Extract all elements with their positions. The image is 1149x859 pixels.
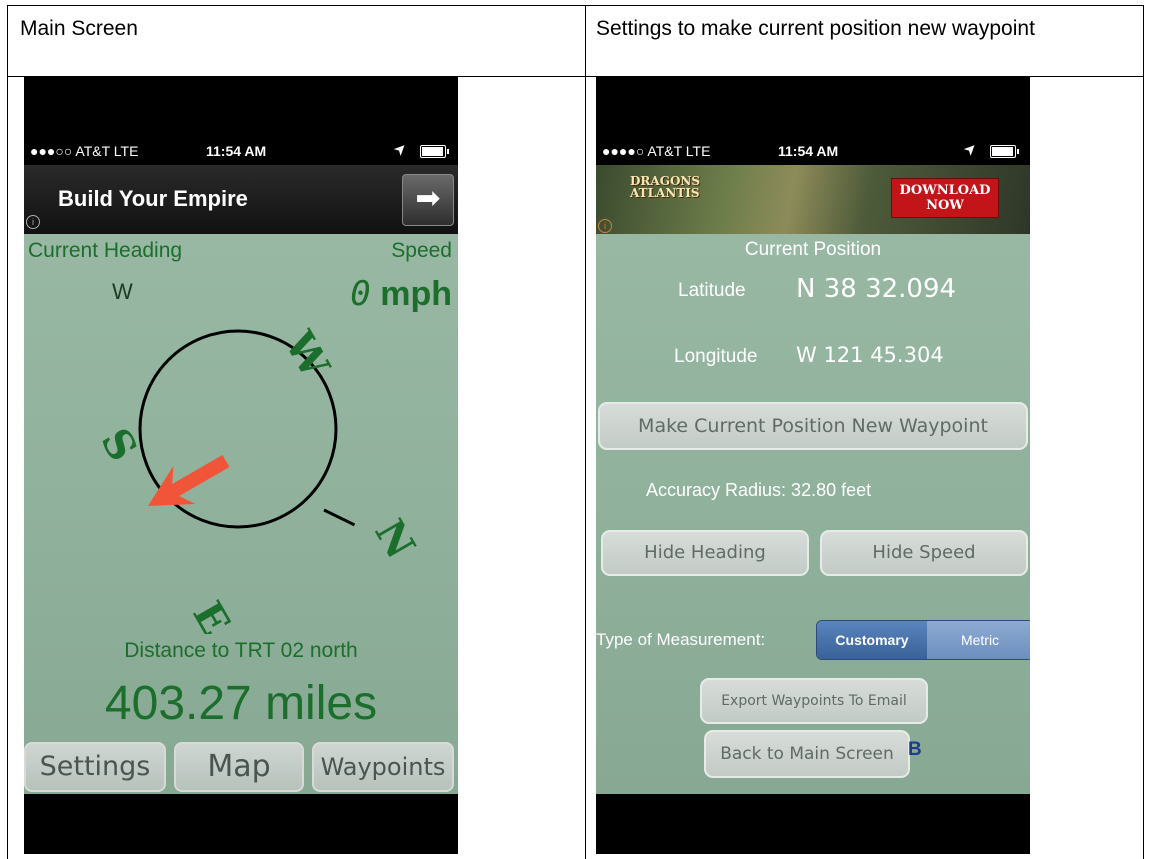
ad-logo: DRAGONS ATLANTIS [630,175,700,199]
longitude-value: W 121 45.304 [796,343,944,367]
current-position-title: Current Position [744,239,882,260]
compass-letter-e: E [183,594,239,635]
ad-download-button[interactable]: DOWNLOAD NOW [891,178,999,218]
compass-north-tick [323,508,356,527]
distance-label: Distance to TRT 02 north [124,639,358,662]
ad-title: Build Your Empire [58,186,248,211]
map-button[interactable]: Map [174,742,304,792]
latitude-value: N 38 32.094 [796,274,957,304]
table-left-border [7,5,8,859]
make-waypoint-button[interactable]: Make Current Position New Waypoint [598,402,1028,450]
ad-info-icon[interactable]: i [598,219,612,233]
table-middle-border [585,5,586,859]
settings-button[interactable]: Settings [24,742,166,792]
ad-download-text-2: NOW [926,198,964,213]
compass-letter-s: S [91,421,146,470]
accuracy-radius: Accuracy Radius: 32.80 feet [646,480,872,500]
main-screen-content: Current Heading Speed W 0 mph W S N E Di… [24,234,458,794]
latitude-label: Latitude [678,280,746,301]
back-to-main-button[interactable]: Back to Main Screen [704,730,910,778]
battery-icon [990,145,1019,158]
hide-heading-button[interactable]: Hide Heading [601,530,809,576]
customary-option[interactable]: Customary [817,621,927,659]
carrier-label: ●●●○○ AT&T LTE [30,143,139,159]
ad-banner[interactable]: DRAGONS ATLANTIS DOWNLOAD NOW i [596,165,1030,234]
ad-info-icon[interactable]: i [26,215,40,229]
status-bar: ●●●○○ AT&T LTE 11:54 AM ➤ [24,137,458,165]
clock: 11:54 AM [206,143,267,159]
battery-icon [420,145,449,158]
export-waypoints-button[interactable]: Export Waypoints To Email [700,678,928,724]
distance-value: 403.27 miles [104,677,378,730]
compass: W S N E [91,323,424,635]
hide-speed-button[interactable]: Hide Speed [820,530,1028,576]
ad-banner[interactable]: Build Your Empire ➡ i [24,165,458,234]
settings-screen-content: Current Position Latitude N 38 32.094 Lo… [596,234,1030,794]
metric-option[interactable]: Metric [927,621,1030,659]
table-right-border [1143,5,1144,859]
ad-arrow-button[interactable]: ➡ [402,174,454,226]
clock: 11:54 AM [778,143,839,159]
settings-screen-phone: ●●●●○ AT&T LTE 11:54 AM ➤ DRAGONS ATLANTI… [596,77,1030,854]
table-top-border [7,5,1144,6]
location-arrow-icon: ➤ [390,138,412,160]
location-arrow-icon: ➤ [960,138,982,160]
compass-letter-w: W [275,323,339,387]
longitude-label: Longitude [674,346,758,367]
carrier-label: ●●●●○ AT&T LTE [602,143,711,159]
main-screen-phone: ●●●○○ AT&T LTE 11:54 AM ➤ Build Your Emp… [24,77,458,854]
measurement-label: Type of Measurement: [596,630,766,649]
status-bar: ●●●●○ AT&T LTE 11:54 AM ➤ [596,137,1030,165]
column-header-settings: Settings to make current position new wa… [596,17,1035,40]
waypoints-button[interactable]: Waypoints [312,742,454,792]
measurement-segmented-control: Customary Metric [816,620,1030,660]
compass-letter-n: N [365,512,424,567]
ad-download-text-1: DOWNLOAD [899,183,991,198]
ad-logo-line-2: ATLANTIS [630,186,700,200]
back-marker: B [908,739,922,760]
column-header-main-screen: Main Screen [20,17,138,40]
